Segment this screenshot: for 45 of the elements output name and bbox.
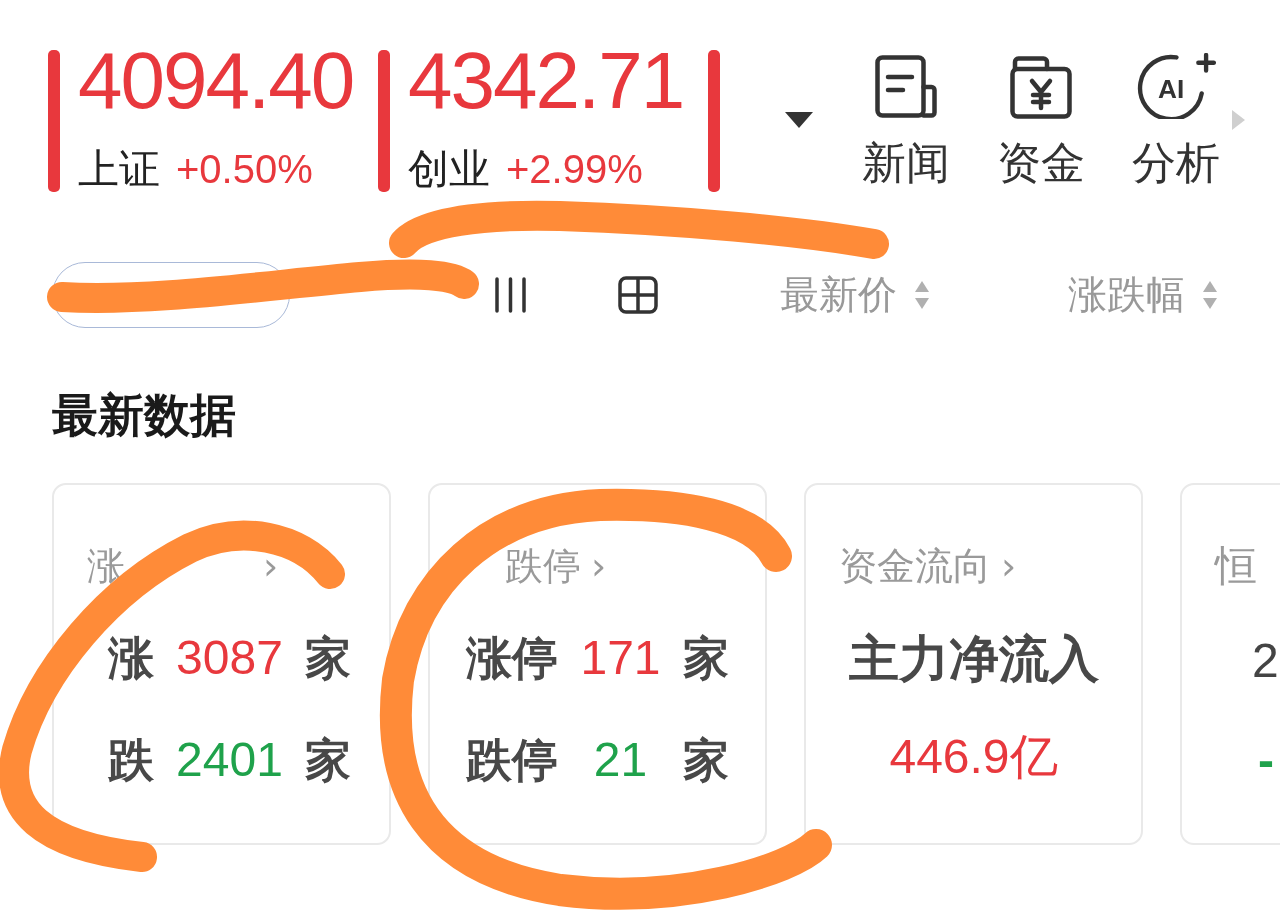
section-heading: 最新数据 (52, 387, 236, 443)
count-unit: 家 (304, 630, 351, 686)
index-change: +2.99% (506, 146, 643, 193)
data-card[interactable]: 资金流向 › 主力净流入 446.9亿 (804, 483, 1143, 845)
data-card[interactable]: 恒 2 - (1180, 483, 1280, 845)
flow-value: 446.9亿 (889, 730, 1058, 783)
index-value: 4094.40 (78, 41, 354, 121)
sort-arrows-icon (915, 281, 929, 309)
tool-button[interactable]: AI 分析 (1130, 55, 1222, 188)
dropdown-caret-icon[interactable] (785, 112, 813, 128)
chevron-icon: › (1001, 543, 1017, 589)
quote-change: - (1258, 734, 1274, 787)
grid-icon[interactable] (618, 276, 658, 314)
right-triangle-icon (1232, 110, 1245, 130)
count-label: 跌 (108, 732, 155, 788)
count-unit: 家 (682, 630, 729, 686)
quote-value: 2 (1252, 634, 1279, 687)
card-title: 资金流向 (839, 543, 991, 589)
index-name: 创业 (408, 144, 490, 194)
count-label: 涨 (108, 630, 155, 686)
data-card[interactable]: 跌停 › 涨停 171 家 跌停 21 家 (428, 483, 767, 845)
index-value: 4342.71 (408, 41, 684, 121)
card-title: 涨 (87, 543, 125, 589)
count-unit: 家 (682, 732, 729, 788)
count-unit: 家 (304, 732, 351, 788)
data-card[interactable]: 涨 › 涨 3087 家 跌 2401 家 (52, 483, 391, 845)
columns-icon[interactable] (495, 277, 526, 313)
count-value: 171 (580, 630, 661, 686)
yen-folder-icon (1010, 55, 1072, 119)
card-title: 跌停 (505, 543, 581, 589)
chevron-icon: › (263, 543, 279, 589)
document-icon (875, 55, 937, 119)
count-value: 3087 (176, 630, 283, 686)
count-value: 21 (592, 732, 649, 788)
index-name: 上证 (78, 144, 160, 194)
card-title: 恒 (1215, 543, 1257, 589)
sort-arrows-icon (1203, 281, 1217, 309)
flow-label: 主力净流入 (848, 630, 1099, 688)
count-value: 2401 (176, 732, 283, 788)
count-label: 涨停 (466, 630, 559, 686)
index-change: +0.50% (176, 146, 313, 193)
chevron-icon: › (591, 543, 607, 589)
tool-button[interactable]: 新闻 (860, 55, 952, 188)
tool-button[interactable]: 资金 (995, 55, 1087, 188)
count-label: 跌停 (466, 732, 559, 788)
